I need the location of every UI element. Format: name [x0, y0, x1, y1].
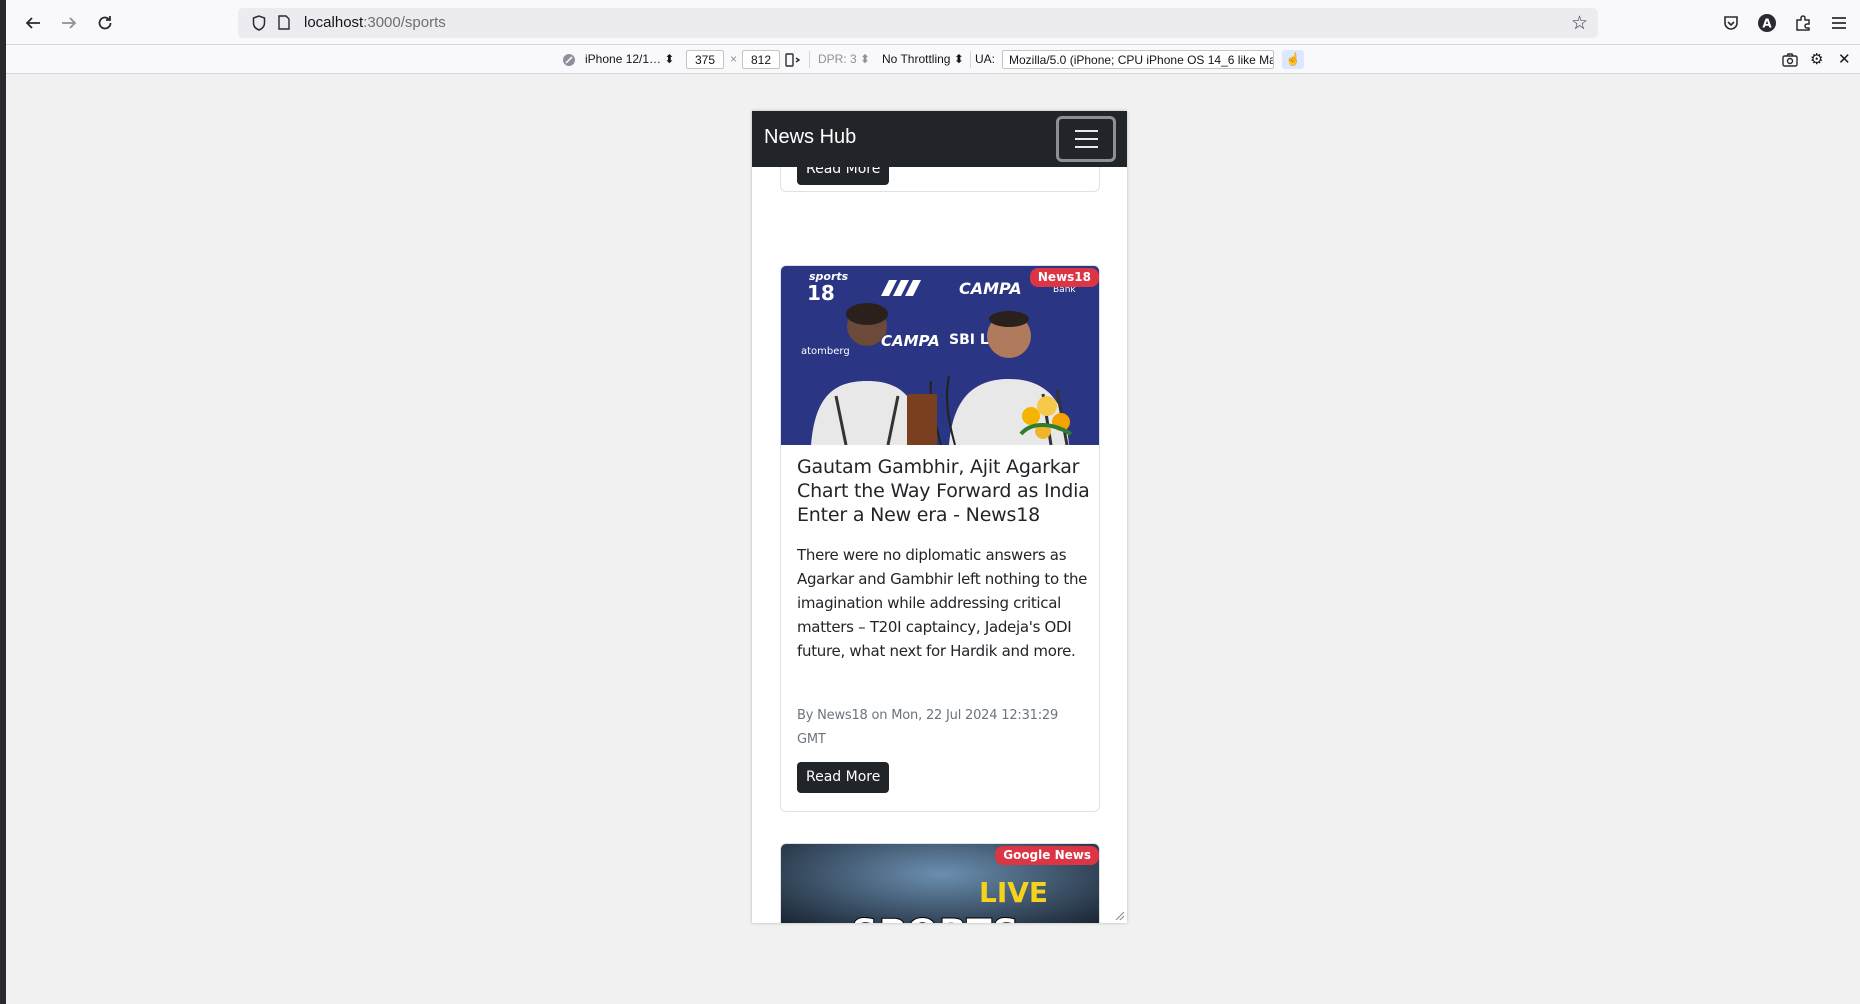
toggler-bar [1075, 146, 1098, 148]
article-image: sports 18 CAMPA Bank atomberg CAMPA SBI … [781, 266, 1099, 445]
image-text: CAMPA [959, 279, 1022, 298]
ua-label: UA: [975, 52, 996, 66]
device-viewport: News Hub Read More sports 18 CAMPA Bank … [752, 111, 1127, 923]
article-image: LIVE SPORTS Google News [781, 844, 1099, 923]
toggler-bar [1075, 138, 1098, 140]
device-selector[interactable]: iPhone 12/1… ⬍ [585, 50, 674, 69]
separator [809, 51, 810, 68]
source-badge: News18 [1029, 268, 1099, 287]
extensions-puzzle-icon[interactable] [1790, 10, 1816, 36]
settings-gear-icon[interactable]: ⚙ [1810, 50, 1823, 69]
url-text[interactable]: localhost:3000/sports [304, 14, 446, 31]
navbar-toggler-button[interactable] [1056, 116, 1116, 162]
forward-arrow-icon[interactable] [56, 10, 82, 36]
account-avatar-icon[interactable]: A [1754, 10, 1780, 36]
device-selector-icon[interactable] [562, 50, 576, 69]
pocket-icon[interactable] [1718, 10, 1744, 36]
url-path: :3000/sports [363, 14, 446, 31]
image-text: 18 [807, 281, 835, 305]
back-arrow-icon[interactable] [20, 10, 46, 36]
read-more-button[interactable]: Read More [797, 762, 890, 793]
responsive-design-toolbar: iPhone 12/1… ⬍ 375 × 812 DPR: 3 ⬍ No Thr… [6, 45, 1860, 74]
dpr-label: DPR: 3 [818, 52, 857, 66]
user-agent-input[interactable]: Mozilla/5.0 (iPhone; CPU iPhone OS 14_6 … [1002, 50, 1274, 69]
hamburger-menu-icon[interactable] [1826, 10, 1852, 36]
separator [970, 51, 971, 68]
svg-text:A: A [1762, 17, 1772, 31]
tracking-protection-shield-icon[interactable] [252, 15, 266, 31]
throttling-selector[interactable]: No Throttling ⬍ [882, 50, 964, 69]
throttling-label: No Throttling [882, 52, 951, 66]
page-info-icon[interactable] [278, 15, 290, 30]
dimension-times: × [730, 52, 738, 66]
image-text: LIVE [979, 876, 1048, 909]
viewport-width-input[interactable]: 375 [686, 50, 724, 69]
resize-handle-icon[interactable] [1113, 909, 1125, 921]
article-card: sports 18 CAMPA Bank atomberg CAMPA SBI … [780, 265, 1100, 812]
image-text: CAMPA [881, 332, 940, 350]
dpr-selector[interactable]: DPR: 3 ⬍ [818, 50, 870, 69]
screenshot-camera-icon[interactable] [1782, 50, 1798, 69]
url-bar[interactable]: localhost:3000/sports ☆ [238, 8, 1598, 38]
left-edge-strip [0, 0, 6, 1004]
touch-simulation-icon[interactable]: ☝ [1282, 50, 1304, 69]
navbar: News Hub [752, 111, 1127, 167]
image-text: SPORTS [851, 911, 1019, 923]
article-title: Gautam Gambhir, Ajit Agarkar Chart the W… [797, 456, 1090, 526]
device-name: iPhone 12/1… [585, 52, 662, 66]
rotate-device-icon[interactable] [785, 50, 801, 69]
image-text: atomberg [801, 346, 850, 357]
article-description: There were no diplomatic answers as Agar… [797, 546, 1088, 660]
viewport-height-input[interactable]: 812 [742, 50, 780, 69]
reload-icon[interactable] [92, 10, 118, 36]
article-card: LIVE SPORTS Google News [780, 843, 1100, 923]
toggler-bar [1075, 130, 1098, 132]
article-meta: By News18 on Mon, 22 Jul 2024 12:31:29 G… [797, 708, 1059, 747]
bookmark-star-icon[interactable]: ☆ [1571, 12, 1588, 34]
close-rdm-icon[interactable]: ✕ [1838, 50, 1851, 69]
browser-toolbar: localhost:3000/sports ☆ A [6, 0, 1860, 45]
navbar-brand[interactable]: News Hub [764, 126, 856, 149]
url-host: localhost [304, 14, 364, 31]
source-badge: Google News [995, 846, 1099, 865]
